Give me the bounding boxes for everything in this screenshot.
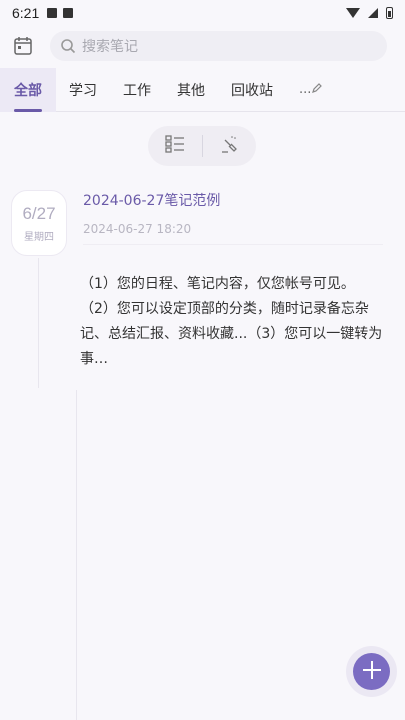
wifi-icon [346,8,360,18]
search-input[interactable]: 搜索笔记 [50,31,387,61]
status-bar: 6:21 [0,0,405,26]
note-body-line: 事… [80,351,108,367]
status-time: 6:21 [12,5,40,21]
add-note-button[interactable] [353,653,390,690]
tab-other[interactable]: 其他 [164,68,218,112]
tab-study[interactable]: 学习 [56,68,110,112]
pencil-icon [311,82,323,98]
note-divider [83,244,383,245]
search-icon [60,38,76,54]
tab-work[interactable]: 工作 [110,68,164,112]
edit-tabs-button[interactable]: ... [286,68,336,112]
gallery-icon [47,8,58,18]
note-body[interactable]: （1）您的日程、笔记内容，仅您帐号可见。 （2）您可以设定顶部的分类，随时记录备… [80,272,390,372]
category-tabs: 全部 学习 工作 其他 回收站 ... [0,67,405,112]
note-title[interactable]: 2024-06-27笔记范例 [83,190,220,210]
status-indicators [346,7,393,19]
list-view-button[interactable] [148,126,202,166]
note-body-line: （1）您的日程、笔记内容，仅您帐号可见。 [80,276,355,292]
timeline-line [76,390,77,720]
note-body-line: （2）您可以设定顶部的分类，随时记录备忘杂 [80,301,369,317]
plus-icon [361,659,383,685]
timeline-line [38,258,39,388]
date-weekday: 星期四 [24,231,54,243]
clean-button[interactable] [203,126,257,166]
signal-icon [368,8,378,18]
tab-recycle-bin[interactable]: 回收站 [218,68,286,112]
date-badge: 6/27 星期四 [11,190,67,256]
date-day: 6/27 [22,203,56,223]
top-bar: 搜索笔记 [0,26,405,66]
broom-icon [219,134,239,158]
view-toggle [148,126,256,166]
note-body-line: 记、总结汇报、资料收藏...（3）您可以一键转为 [80,326,383,342]
more-label: ... [299,82,312,97]
calendar-icon[interactable] [10,33,36,59]
battery-icon [386,7,393,19]
notification-icon [63,8,74,18]
note-timestamp: 2024-06-27 18:20 [83,222,192,236]
search-placeholder: 搜索笔记 [82,39,138,55]
tab-all[interactable]: 全部 [0,67,56,112]
list-view-icon [165,134,185,158]
